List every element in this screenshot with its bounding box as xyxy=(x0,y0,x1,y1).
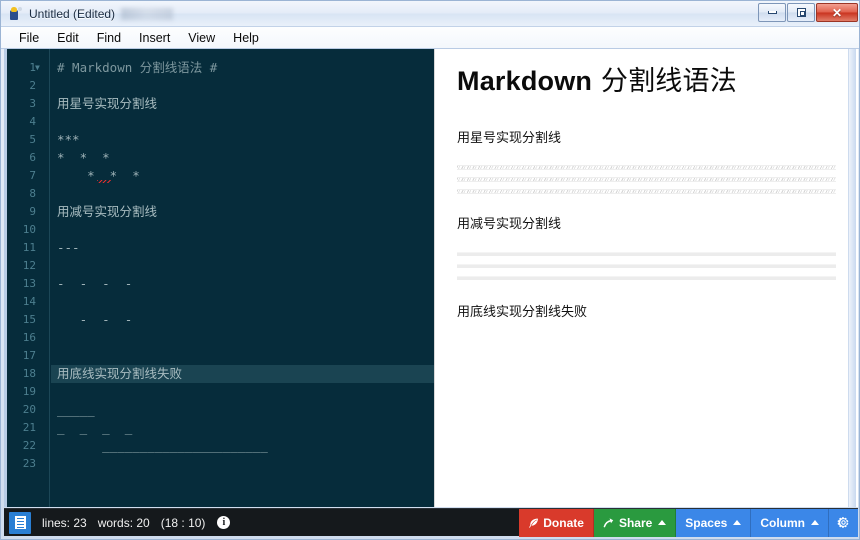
info-icon[interactable]: i xyxy=(217,516,231,529)
app-icon xyxy=(7,6,23,22)
menu-item-find[interactable]: Find xyxy=(88,29,130,47)
document-icon[interactable] xyxy=(9,511,31,534)
code-line[interactable]: # Markdown 分割线语法 # xyxy=(57,59,217,77)
line-number: 14 xyxy=(22,295,36,308)
status-bar-actions: Donate Share Spaces Column xyxy=(519,508,858,537)
menu-item-file[interactable]: File xyxy=(10,29,48,47)
code-line[interactable]: --- xyxy=(57,239,80,257)
preview-paragraph-underscore: 用底线实现分割线失败 xyxy=(457,304,588,320)
line-number: 3 xyxy=(29,97,36,110)
preview-hr-star-1 xyxy=(457,165,836,171)
line-number: 23 xyxy=(22,457,36,470)
preview-hr-star-3 xyxy=(457,189,836,195)
markdown-preview-pane[interactable]: Markdown 分割线语法 用星号实现分割线 用减号实现分割线 用底线实现分割… xyxy=(434,49,858,507)
line-number: 8 xyxy=(29,187,36,200)
code-line[interactable]: 用底线实现分割线失败 xyxy=(57,365,182,383)
window-controls: ✕ xyxy=(757,3,858,22)
preview-hr-dash-3 xyxy=(457,275,836,280)
status-bar: lines: 23 words: 20 (18 : 10) i Donate S… xyxy=(4,508,858,537)
share-label: Share xyxy=(618,515,653,530)
preview-paragraph-dash: 用减号实现分割线 xyxy=(457,217,562,233)
code-line[interactable]: *** xyxy=(57,131,80,149)
title-bar: Untitled (Edited) ✕ xyxy=(1,1,859,27)
column-caret-up-icon xyxy=(811,520,819,525)
line-number: 7 xyxy=(29,169,36,182)
minimize-button[interactable] xyxy=(758,3,786,22)
line-number: 13 xyxy=(22,277,36,290)
code-line[interactable]: * * * xyxy=(57,149,110,167)
minimize-icon xyxy=(767,11,777,14)
status-cursor-position: (18 : 10) xyxy=(160,515,206,530)
line-number: 10 xyxy=(22,223,36,236)
line-number: 12 xyxy=(22,259,36,272)
menu-item-help[interactable]: Help xyxy=(224,29,268,47)
line-number: 15 xyxy=(22,313,36,326)
spaces-label: Spaces xyxy=(685,515,728,530)
line-number: 2 xyxy=(29,79,36,92)
menu-item-view[interactable]: View xyxy=(179,29,224,47)
preview-hr-group-star xyxy=(457,165,836,195)
line-number: 11 xyxy=(22,241,36,254)
feather-icon xyxy=(529,518,539,528)
line-number: 22 xyxy=(22,439,36,452)
main-split: 1 ▼ 2 3 4 5 6 7 8 9 10 11 12 13 14 15 16 17 18 19 20 21 22 23 #… xyxy=(4,49,858,507)
code-line[interactable]: 用减号实现分割线 xyxy=(57,203,157,221)
spellcheck-squiggle xyxy=(97,180,111,183)
code-area[interactable]: # Markdown 分割线语法 # 用星号实现分割线 *** * * * * * *… xyxy=(51,49,434,507)
window-right-edge xyxy=(848,49,856,507)
share-caret-up-icon xyxy=(658,520,667,525)
line-number: 16 xyxy=(22,331,36,344)
line-number: 9 xyxy=(29,205,36,218)
application-window: Untitled (Edited) ✕ File Edit Find Inser… xyxy=(0,0,860,540)
preview-heading-cjk: 分割线语法 xyxy=(592,66,737,97)
status-lines: lines: 23 xyxy=(42,515,87,530)
line-number-gutter: 1 ▼ 2 3 4 5 6 7 8 9 10 11 12 13 14 15 16 17 18 19 20 21 22 23 xyxy=(7,49,50,507)
preview-hr-star-2 xyxy=(457,177,836,183)
column-button[interactable]: Column xyxy=(751,508,829,537)
preview-hr-dash-1 xyxy=(457,251,836,256)
fold-toggle-icon[interactable]: ▼ xyxy=(35,59,43,77)
close-icon: ✕ xyxy=(831,5,843,20)
preview-hr-group-dash xyxy=(457,251,836,280)
spaces-caret-up-icon xyxy=(733,520,742,525)
title-blurred-region xyxy=(121,7,174,20)
line-number: 17 xyxy=(22,349,36,362)
gear-icon xyxy=(837,517,849,528)
markdown-editor-pane[interactable]: 1 ▼ 2 3 4 5 6 7 8 9 10 11 12 13 14 15 16 17 18 19 20 21 22 23 #… xyxy=(7,49,434,507)
code-line[interactable]: ______________________ xyxy=(57,437,268,455)
line-number: 19 xyxy=(22,385,36,398)
code-line[interactable]: - - - - xyxy=(57,275,132,293)
maximize-icon xyxy=(796,8,806,17)
status-words: words: 20 xyxy=(97,515,150,530)
settings-button[interactable] xyxy=(829,508,858,537)
preview-hr-dash-2 xyxy=(457,263,836,268)
line-number: 20 xyxy=(22,403,36,416)
preview-heading: Markdown 分割线语法 xyxy=(457,65,836,99)
preview-paragraph-star: 用星号实现分割线 xyxy=(457,130,562,146)
code-line[interactable]: _ _ _ _ xyxy=(57,419,132,437)
preview-heading-en: Markdown xyxy=(457,66,593,96)
spaces-button[interactable]: Spaces xyxy=(676,508,752,537)
donate-label: Donate xyxy=(543,515,584,530)
line-number: 4 xyxy=(29,115,36,128)
menu-item-edit[interactable]: Edit xyxy=(48,29,88,47)
line-number: 5 xyxy=(29,133,36,146)
close-button[interactable]: ✕ xyxy=(816,3,858,22)
code-line[interactable]: _____ xyxy=(57,401,95,419)
donate-button[interactable]: Donate xyxy=(519,508,594,537)
line-number: 18 xyxy=(22,367,36,380)
share-button[interactable]: Share xyxy=(593,508,677,537)
line-number: 6 xyxy=(29,151,36,164)
maximize-button[interactable] xyxy=(787,3,815,22)
column-label: Column xyxy=(760,515,805,530)
code-line[interactable]: 用星号实现分割线 xyxy=(57,95,157,113)
code-line[interactable]: - - - xyxy=(57,311,133,329)
window-title: Untitled (Edited) xyxy=(29,6,116,21)
share-arrow-icon xyxy=(603,517,614,527)
menu-item-insert[interactable]: Insert xyxy=(130,29,179,47)
line-number: 21 xyxy=(22,421,36,434)
menu-bar: File Edit Find Insert View Help xyxy=(1,27,859,49)
